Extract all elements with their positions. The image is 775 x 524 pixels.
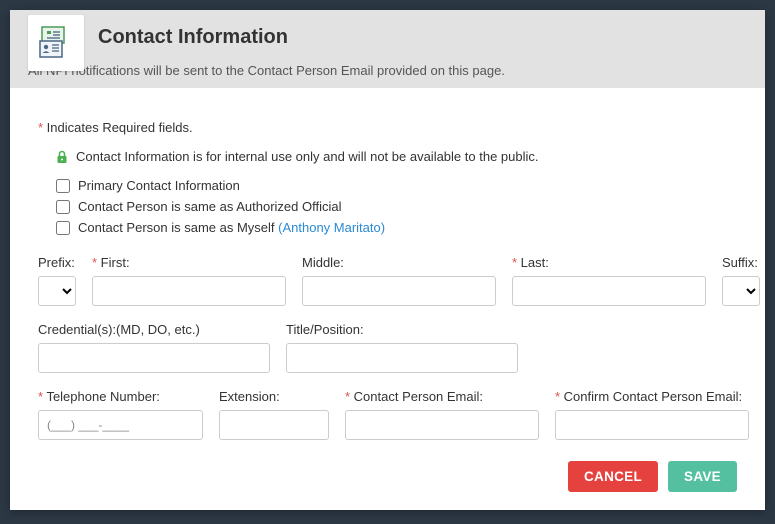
modal-footer: CANCEL SAVE xyxy=(10,447,765,510)
extension-label: Extension: xyxy=(219,389,329,404)
last-name-label: * Last: xyxy=(512,255,706,270)
confirm-email-field: * Confirm Contact Person Email: xyxy=(555,389,749,440)
contact-row: * Telephone Number: Extension: * Contact… xyxy=(38,389,737,440)
modal-title: Contact Information xyxy=(98,26,747,49)
telephone-input[interactable] xyxy=(38,410,203,440)
suffix-label: Suffix: xyxy=(722,255,760,270)
title-position-field: Title/Position: xyxy=(286,322,518,373)
first-name-input[interactable] xyxy=(92,276,286,306)
modal-subtitle: All NPI notifications will be sent to th… xyxy=(28,63,747,78)
myself-name-link[interactable]: (Anthony Maritato) xyxy=(278,220,385,235)
modal-body: * Indicates Required fields. Contact Inf… xyxy=(10,88,765,447)
name-row: Prefix: * First: Middle: * Last: Suffix: xyxy=(38,255,737,306)
credentials-label: Credential(s):(MD, DO, etc.) xyxy=(38,322,270,337)
middle-name-field: Middle: xyxy=(302,255,496,306)
email-field: * Contact Person Email: xyxy=(345,389,539,440)
same-as-myself-checkbox[interactable] xyxy=(56,221,70,235)
cancel-button[interactable]: CANCEL xyxy=(568,461,658,492)
confirm-email-label: * Confirm Contact Person Email: xyxy=(555,389,749,404)
modal-header: Contact Information All NPI notification… xyxy=(10,10,765,88)
lock-icon xyxy=(56,150,68,164)
credentials-row: Credential(s):(MD, DO, etc.) Title/Posit… xyxy=(38,322,737,373)
contact-info-icon xyxy=(28,15,84,71)
suffix-select[interactable] xyxy=(722,276,760,306)
same-as-official-row: Contact Person is same as Authorized Off… xyxy=(56,199,737,214)
suffix-field: Suffix: xyxy=(722,255,760,306)
prefix-label: Prefix: xyxy=(38,255,76,270)
telephone-field: * Telephone Number: xyxy=(38,389,203,440)
email-input[interactable] xyxy=(345,410,539,440)
title-position-label: Title/Position: xyxy=(286,322,518,337)
save-button[interactable]: SAVE xyxy=(668,461,737,492)
middle-name-input[interactable] xyxy=(302,276,496,306)
confirm-email-input[interactable] xyxy=(555,410,749,440)
credentials-field: Credential(s):(MD, DO, etc.) xyxy=(38,322,270,373)
contact-information-modal: Contact Information All NPI notification… xyxy=(10,10,765,510)
middle-name-label: Middle: xyxy=(302,255,496,270)
telephone-label: * Telephone Number: xyxy=(38,389,203,404)
extension-input[interactable] xyxy=(219,410,329,440)
primary-contact-label: Primary Contact Information xyxy=(78,178,240,193)
last-name-input[interactable] xyxy=(512,276,706,306)
same-as-myself-row: Contact Person is same as Myself (Anthon… xyxy=(56,220,737,235)
email-label: * Contact Person Email: xyxy=(345,389,539,404)
prefix-select[interactable] xyxy=(38,276,76,306)
internal-use-note: Contact Information is for internal use … xyxy=(56,149,737,164)
first-name-label: * First: xyxy=(92,255,286,270)
prefix-field: Prefix: xyxy=(38,255,76,306)
asterisk: * xyxy=(38,120,47,135)
same-as-official-label: Contact Person is same as Authorized Off… xyxy=(78,199,342,214)
same-as-official-checkbox[interactable] xyxy=(56,200,70,214)
title-position-input[interactable] xyxy=(286,343,518,373)
same-as-myself-label: Contact Person is same as Myself (Anthon… xyxy=(78,220,385,235)
required-fields-note: * Indicates Required fields. xyxy=(38,120,737,135)
primary-contact-checkbox[interactable] xyxy=(56,179,70,193)
credentials-input[interactable] xyxy=(38,343,270,373)
last-name-field: * Last: xyxy=(512,255,706,306)
extension-field: Extension: xyxy=(219,389,329,440)
primary-contact-row: Primary Contact Information xyxy=(56,178,737,193)
first-name-field: * First: xyxy=(92,255,286,306)
